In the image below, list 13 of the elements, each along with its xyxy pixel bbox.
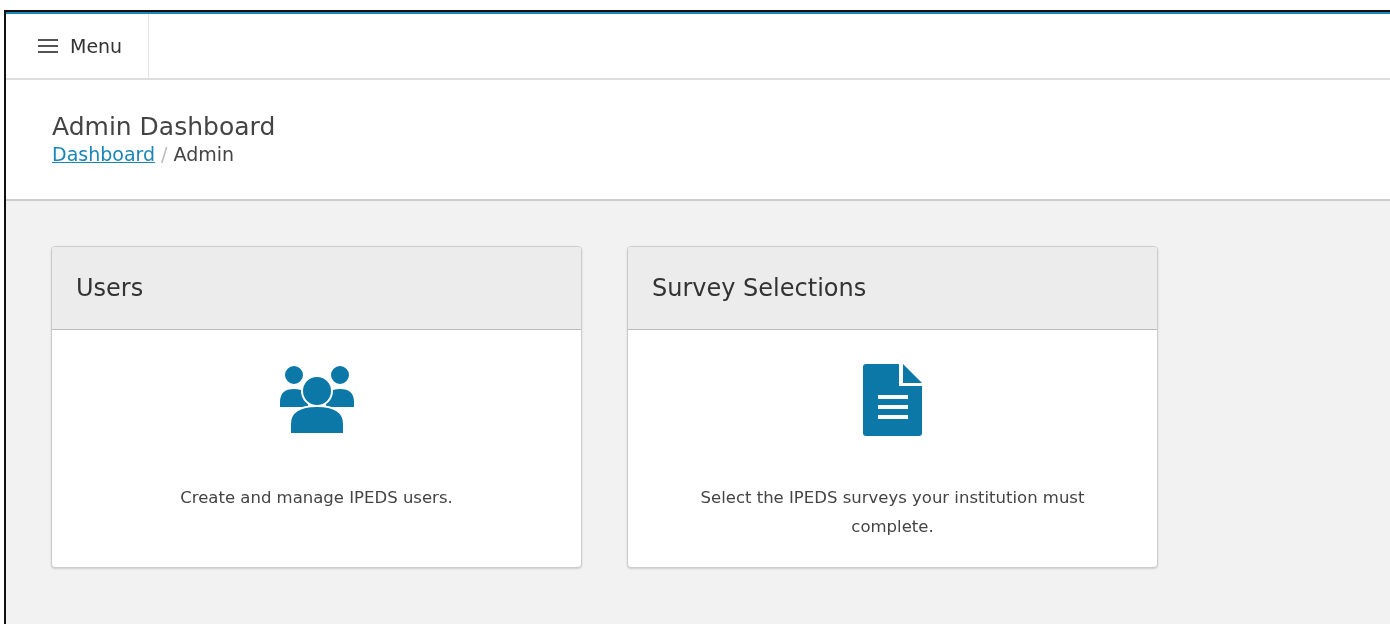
dashboard-card[interactable]: Survey Selections Select the IPEDS surveys your institution must complete. (627, 246, 1158, 568)
card-header: Users (52, 247, 581, 330)
page-title: Admin Dashboard (52, 112, 277, 141)
card-description: Create and manage IPEDS users. (180, 487, 453, 509)
card-description: Select the IPEDS surveys your institution must complete. (699, 487, 1086, 538)
card-header: Survey Selections (628, 247, 1157, 330)
menu-icon (38, 38, 58, 54)
breadcrumb-separator: / (161, 143, 168, 165)
breadcrumb-current: Admin (173, 143, 235, 165)
breadcrumb-link[interactable]: Dashboard (52, 143, 156, 165)
users-icon (277, 364, 356, 436)
document-icon (862, 364, 923, 436)
dashboard-card[interactable]: Users Create and manage IPEDS users. (51, 246, 582, 568)
